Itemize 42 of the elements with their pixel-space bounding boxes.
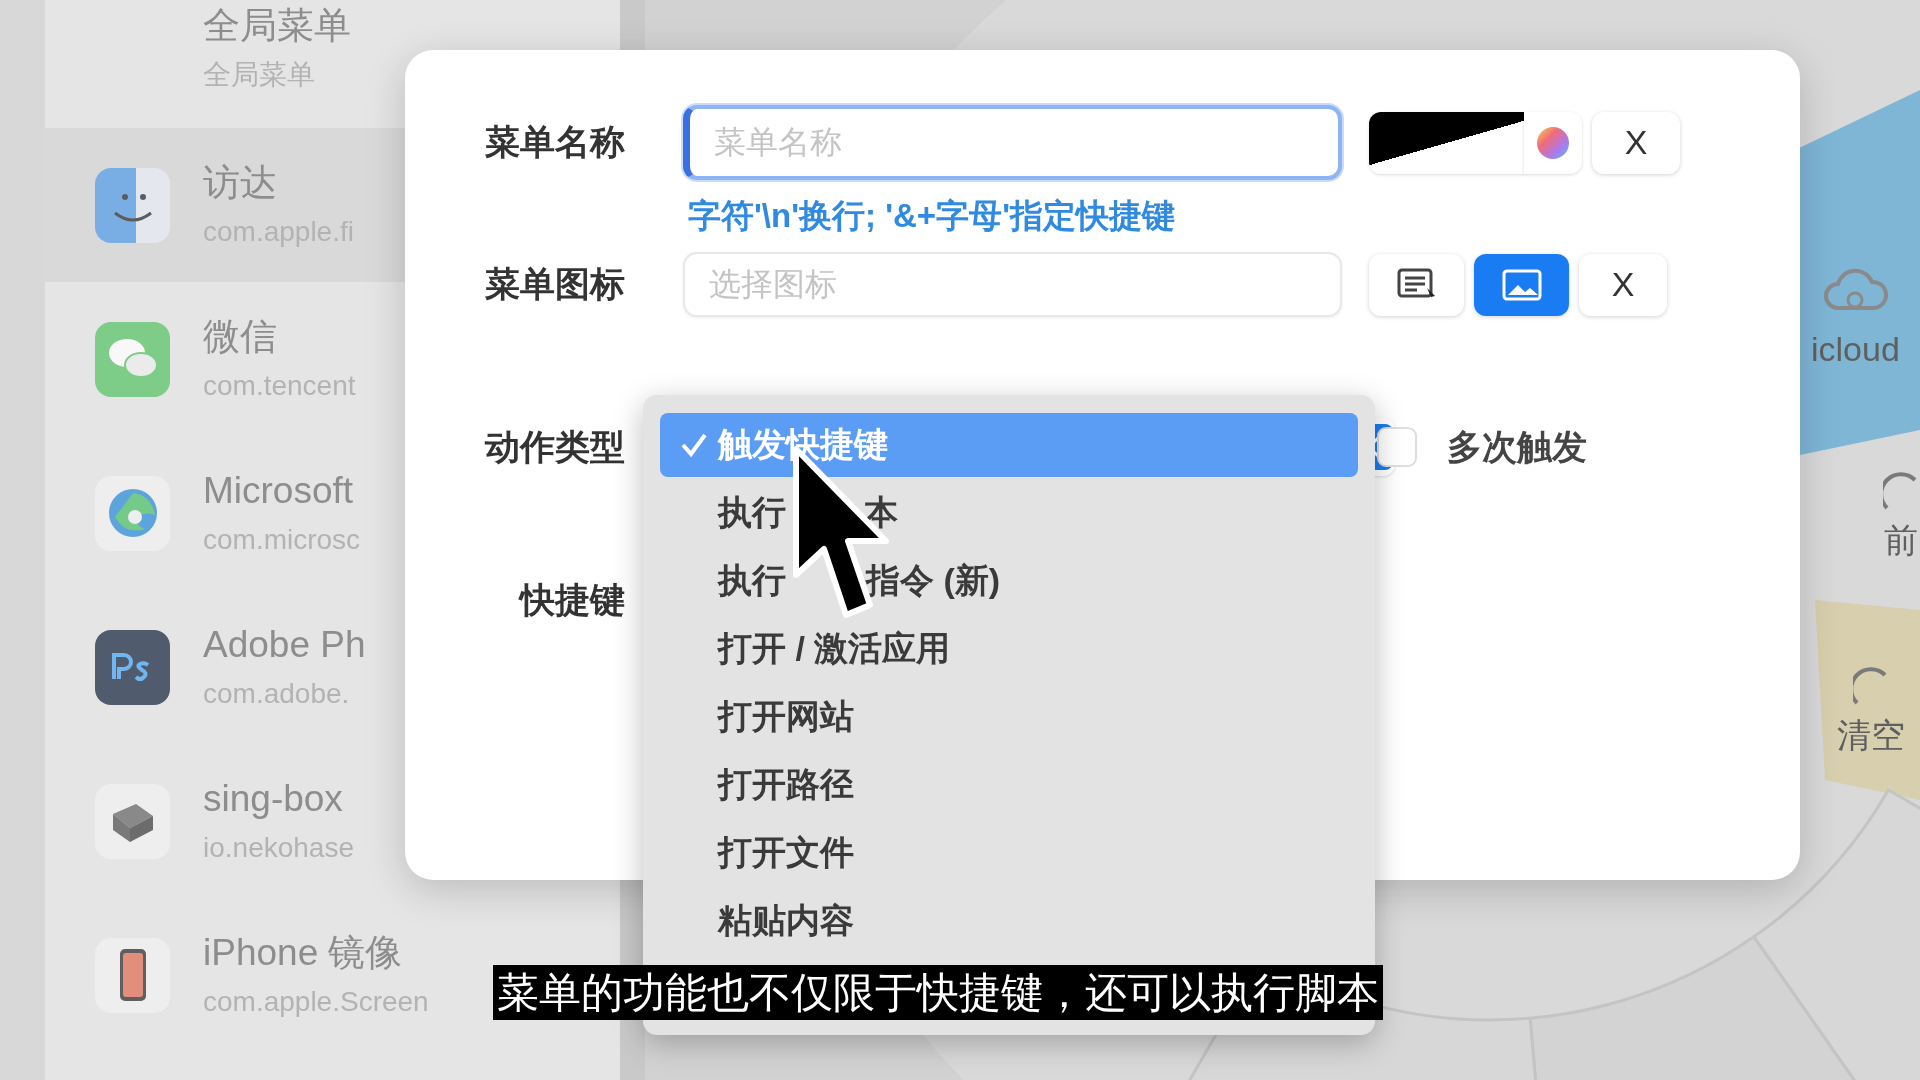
app-name: 全局菜单 <box>203 4 351 48</box>
checkbox[interactable] <box>1377 427 1417 467</box>
clear-button[interactable]: X <box>1592 111 1680 174</box>
check-icon <box>680 432 708 458</box>
checkbox-label: 多次触发 <box>1447 425 1587 468</box>
menu-item[interactable]: 打开网站 <box>660 685 1358 749</box>
image-icon <box>1501 268 1542 301</box>
menu-item[interactable]: 打开路径 <box>660 753 1358 817</box>
arc-icon <box>1853 665 1889 705</box>
field-label: 动作类型 <box>483 425 625 468</box>
color-swatch[interactable] <box>1369 111 1524 174</box>
app-name: 微信 <box>203 315 278 359</box>
menu-name-field[interactable]: 菜单名称 <box>683 105 1342 180</box>
pie-menu-label: icloud <box>1811 330 1900 369</box>
pie-menu-label: 清空 <box>1837 715 1905 756</box>
color-wheel-icon <box>1536 125 1570 160</box>
ps-logo-icon <box>95 629 170 705</box>
app-name: Microsoft <box>203 469 355 513</box>
chat-bubbles-icon <box>95 321 170 397</box>
finder-face-icon <box>95 167 170 243</box>
wave-swirl-icon <box>95 475 170 551</box>
menu-item[interactable]: 打开 / 激活应用 <box>660 617 1358 681</box>
arc-icon <box>1883 470 1919 510</box>
menu-item[interactable]: 执行 本 <box>660 481 1358 545</box>
menu-item[interactable]: 执行 指令 (新) <box>660 549 1358 613</box>
field-label: 快捷键 <box>517 578 625 621</box>
app-name: sing-box <box>203 777 344 821</box>
pie-menu-label: 前 <box>1884 520 1918 561</box>
app-name: 访达 <box>203 161 278 205</box>
clear-button[interactable]: X <box>1579 253 1667 316</box>
app-name: iPhone 镜像 <box>203 931 404 975</box>
text-picker-button[interactable] <box>1369 253 1464 316</box>
image-button[interactable] <box>1474 253 1569 316</box>
video-subtitle: 菜单的功能也不仅限于快捷键，还可以执行脚本 <box>493 965 1383 1020</box>
color-wheel-button[interactable] <box>1524 111 1582 174</box>
hint-text: 字符'\n'换行; '&+字母'指定快捷键 <box>688 195 1176 236</box>
icon-field[interactable]: 选择图标 <box>683 252 1342 317</box>
phone-icon <box>95 937 170 1013</box>
cube-box-icon <box>95 783 170 859</box>
menu-item[interactable]: 打开文件 <box>660 821 1358 885</box>
app-name: Adobe Ph <box>203 623 366 667</box>
menu-item[interactable]: 粘贴内容 <box>660 889 1358 953</box>
